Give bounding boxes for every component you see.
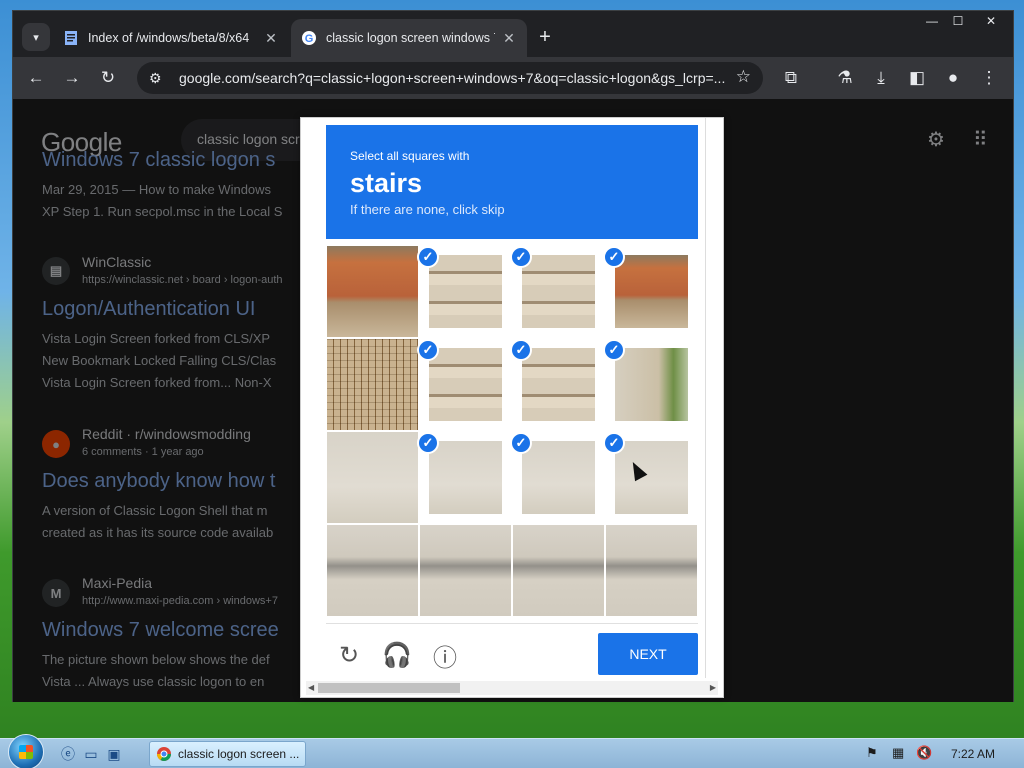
captcha-target-word: stairs — [350, 168, 423, 198]
captcha-instruction: Select all squares with — [350, 149, 470, 163]
taskbar-chrome-button[interactable]: classic logon screen ... — [149, 741, 306, 767]
captcha-tile[interactable] — [326, 524, 419, 617]
clock[interactable]: 7:22 AM — [951, 747, 995, 761]
menu-dots-icon[interactable]: ⋮ — [976, 65, 1002, 91]
chrome-icon — [157, 747, 171, 761]
tile-image — [522, 441, 595, 514]
svg-text:G: G — [305, 33, 314, 45]
scrollbar-thumb[interactable] — [318, 683, 460, 693]
selected-check-icon: ✓ — [510, 246, 532, 268]
selected-check-icon: ✓ — [417, 432, 439, 454]
captcha-dialog: Select all squares with stairs If there … — [300, 117, 724, 698]
address-text: google.com/search?q=classic+logon+screen… — [179, 70, 726, 86]
frame-edge — [705, 118, 706, 678]
selected-check-icon: ✓ — [510, 339, 532, 361]
selected-check-icon: ✓ — [603, 339, 625, 361]
tile-image — [615, 255, 688, 328]
captcha-tile[interactable] — [512, 524, 605, 617]
selected-check-icon: ✓ — [510, 432, 532, 454]
show-desktop-icon[interactable]: ▭ — [81, 744, 101, 764]
tab-title: Index of /windows/beta/8/x64 — [88, 31, 250, 45]
back-icon[interactable]: ← — [23, 65, 49, 91]
info-icon[interactable]: ⓘ — [430, 640, 460, 672]
side-panel-icon[interactable]: ◧ — [904, 65, 930, 91]
reload-icon[interactable]: ↻ — [95, 65, 121, 91]
site-info-icon[interactable]: ⚙ — [149, 70, 169, 87]
volume-muted-icon[interactable]: 🔇 — [916, 745, 932, 761]
captcha-subtext: If there are none, click skip — [350, 202, 505, 217]
tile-image — [513, 525, 604, 616]
profile-icon[interactable]: ● — [940, 65, 966, 91]
tab-close-icon[interactable]: ✕ — [263, 30, 279, 47]
new-tab-button[interactable]: + — [533, 25, 557, 49]
maximize-button[interactable]: ☐ — [941, 11, 975, 31]
tab-close-icon[interactable]: ✕ — [501, 30, 517, 47]
footer-divider — [326, 623, 698, 624]
tile-image — [327, 525, 418, 616]
captcha-tile[interactable] — [326, 338, 419, 431]
tile-image — [429, 441, 502, 514]
selected-check-icon: ✓ — [603, 246, 625, 268]
close-window-button[interactable]: ✕ — [971, 11, 1011, 31]
selected-check-icon: ✓ — [417, 246, 439, 268]
tile-image — [522, 255, 595, 328]
captcha-tile[interactable] — [326, 431, 419, 524]
next-button[interactable]: NEXT — [598, 633, 698, 675]
captcha-tile[interactable] — [419, 524, 512, 617]
taskbar-app-label: classic logon screen ... — [178, 747, 300, 761]
captcha-tile[interactable] — [326, 245, 419, 338]
tab-title: classic logon screen windows 7 — [326, 31, 495, 45]
google-g-icon: G — [301, 30, 317, 46]
selected-check-icon: ✓ — [417, 339, 439, 361]
internet-explorer-icon[interactable]: ⓔ — [58, 744, 78, 764]
tab-google-search[interactable]: G classic logon screen windows 7 ✕ — [291, 19, 527, 57]
start-button[interactable] — [8, 734, 44, 768]
labs-flask-icon[interactable]: ⚗ — [832, 65, 858, 91]
horizontal-scrollbar[interactable]: ◀ ▶ — [306, 681, 718, 695]
reload-icon[interactable]: ↻ — [334, 640, 364, 670]
tile-image — [327, 246, 418, 337]
audio-headphones-icon[interactable]: 🎧 — [382, 640, 412, 670]
tile-image — [429, 255, 502, 328]
scroll-left-icon[interactable]: ◀ — [308, 681, 314, 695]
captcha-header: Select all squares with stairs If there … — [326, 125, 698, 239]
scroll-right-icon[interactable]: ▶ — [710, 681, 716, 695]
download-icon[interactable]: ⤓ — [868, 65, 894, 91]
forward-icon[interactable]: → — [59, 65, 85, 91]
selected-check-icon: ✓ — [603, 432, 625, 454]
title-bar: ▾ Index of /windows/beta/8/x64 ✕ G class… — [13, 11, 1013, 57]
tile-image — [429, 348, 502, 421]
captcha-grid: ✓ ✓ ✓ ✓ ✓ ✓ ✓ ✓ ✓ — [326, 245, 698, 617]
action-center-flag-icon[interactable]: ⚑ — [866, 745, 878, 761]
tile-image — [327, 339, 418, 430]
page-icon — [63, 30, 79, 46]
tile-image — [615, 348, 688, 421]
browser-toolbar: ← → ↻ ⚙ google.com/search?q=classic+logo… — [13, 57, 1013, 99]
tile-image — [327, 432, 418, 523]
tile-image — [420, 525, 511, 616]
captcha-tile[interactable] — [605, 524, 698, 617]
taskbar: ⓔ ▭ ▣ classic logon screen ... ⚑ ▦ 🔇 7:2… — [0, 734, 1024, 768]
tile-image — [615, 441, 688, 514]
tab-search-button[interactable]: ▾ — [22, 23, 50, 51]
tile-image — [606, 525, 697, 616]
tab-index-windows[interactable]: Index of /windows/beta/8/x64 ✕ — [53, 19, 289, 57]
switch-windows-icon[interactable]: ▣ — [104, 744, 124, 764]
extensions-icon[interactable]: ⧉ — [778, 65, 804, 91]
address-bar[interactable]: ⚙ google.com/search?q=classic+logon+scre… — [137, 62, 763, 94]
network-icon[interactable]: ▦ — [892, 745, 904, 761]
tile-image — [522, 348, 595, 421]
bookmark-star-icon[interactable]: ☆ — [736, 67, 751, 87]
